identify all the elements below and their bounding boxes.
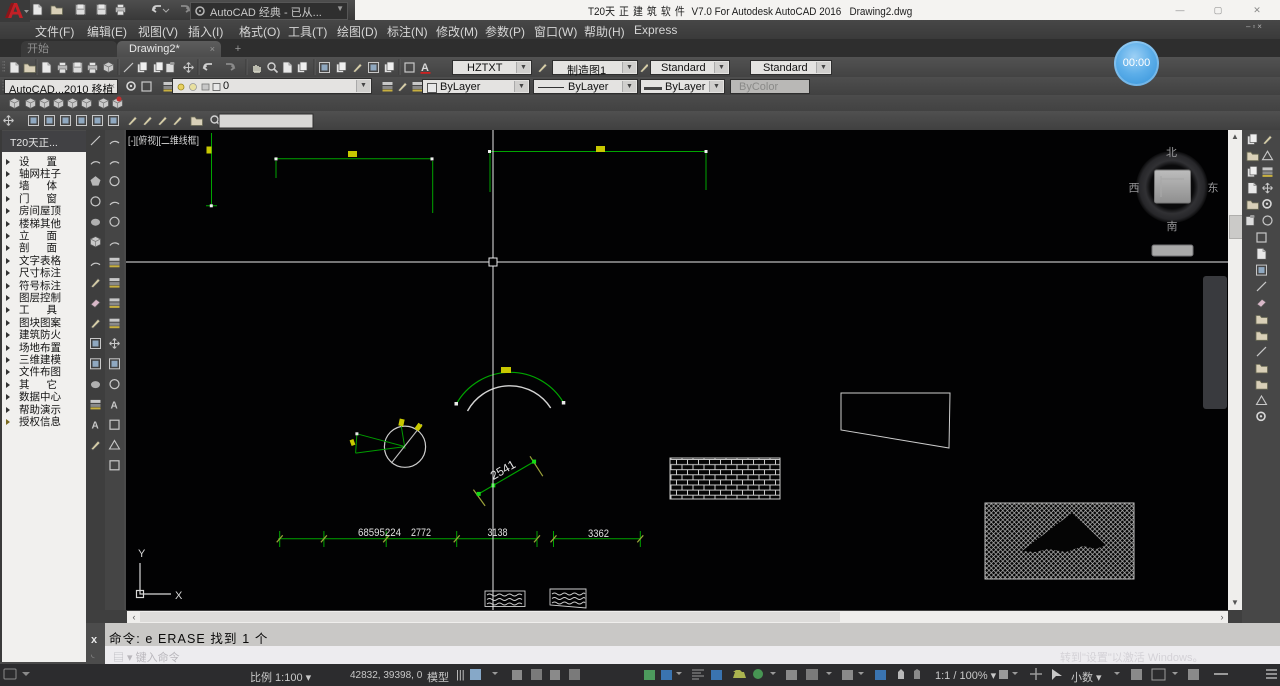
svg-text:68595224: 68595224 [358, 527, 401, 539]
svg-text:[-][俯视][二维线框]: [-][俯视][二维线框] [128, 134, 199, 147]
svg-text:南: 南 [1167, 220, 1178, 233]
svg-text:北: 北 [1166, 146, 1177, 159]
svg-text:3138: 3138 [488, 527, 508, 539]
svg-text:西: 西 [1129, 183, 1140, 195]
svg-text:X: X [175, 590, 183, 602]
svg-text:3362: 3362 [588, 528, 609, 540]
svg-text:Y: Y [138, 548, 146, 560]
svg-text:2772: 2772 [411, 527, 431, 539]
svg-text:东: 东 [1208, 182, 1219, 195]
svg-text:2541: 2541 [488, 457, 518, 483]
